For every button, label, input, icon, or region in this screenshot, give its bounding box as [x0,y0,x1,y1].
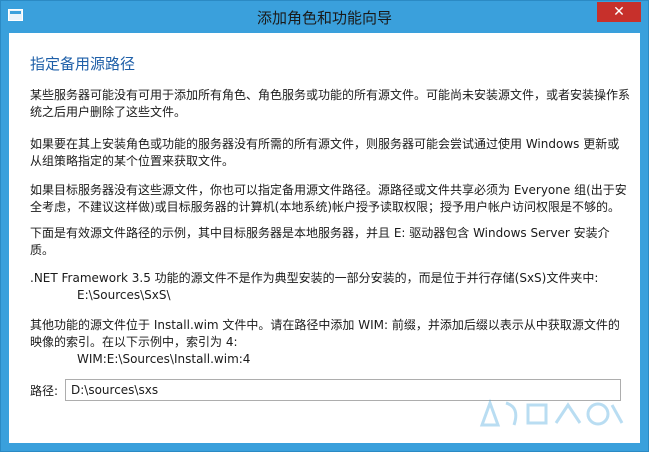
wim-example-path: WIM:E:\Sources\Install.wim:4 [77,352,251,366]
info-paragraph-netfx: .NET Framework 3.5 功能的源文件不是作为典型安装的一部分安装的… [30,270,630,304]
info-paragraph-wim: 其他功能的源文件位于 Install.wim 文件中。请在路径中添加 WIM: … [30,317,630,368]
close-button[interactable]: ✕ [597,2,641,22]
close-icon: ✕ [613,4,625,20]
info-paragraph-missing-files: 某些服务器可能没有可用于添加所有角色、角色服务或功能的所有源文件。可能尚未安装源… [30,88,631,119]
wizard-window: 添加角色和功能向导 ✕ 指定备用源路径 某些服务器可能没有可用于添加所有角色、角… [0,0,649,452]
watermark-logo-icon [479,398,624,427]
path-label: 路径: [30,384,59,398]
wim-description: 其他功能的源文件位于 Install.wim 文件中。请在路径中添加 WIM: … [30,318,620,349]
netfx-description: .NET Framework 3.5 功能的源文件不是作为典型安装的一部分安装的… [30,271,599,285]
info-paragraph-windows-update: 如果要在其上安装角色或功能的服务器没有所需的所有源文件，则服务器可能会尝试通过使… [30,137,620,168]
info-paragraph-examples-intro: 下面是有效源文件路径的示例，其中目标服务器是本地服务器，并且 E: 驱动器包含 … [30,226,610,257]
netfx-example-path: E:\Sources\SxS\ [77,288,171,302]
page-heading: 指定备用源路径 [30,55,136,73]
title-bar[interactable]: 添加角色和功能向导 ✕ [1,1,648,33]
content-panel: 指定备用源路径 某些服务器可能没有可用于添加所有角色、角色服务或功能的所有源文件… [9,33,640,443]
info-paragraph-alternate-source: 如果目标服务器没有这些源文件，你也可以指定备用源文件路径。源路径或文件共享必须为… [30,183,627,214]
window-title: 添加角色和功能向导 [256,9,392,27]
